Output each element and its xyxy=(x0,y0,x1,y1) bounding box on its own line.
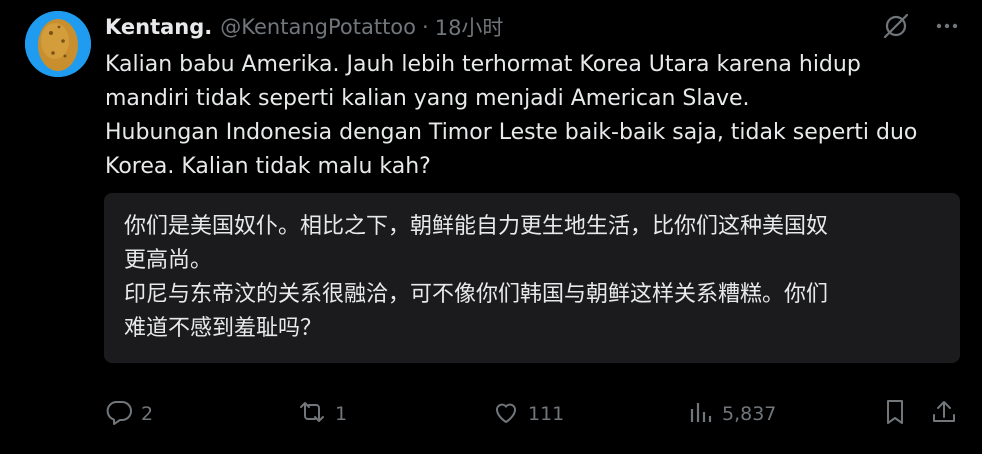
tweet-text-line: Hubungan Indonesia dengan Timor Leste ba… xyxy=(105,120,918,145)
timestamp[interactable]: 18小时 xyxy=(435,12,504,42)
reply-button[interactable]: 2 xyxy=(105,396,153,432)
views-count: 5,837 xyxy=(722,403,777,425)
translation-line: 更高尚。 xyxy=(124,248,213,273)
tweet: Kentang. @KentangPotattoo · 18小时 Kalian … xyxy=(0,0,982,454)
translation-text: 你们是美国奴仆。相比之下，朝鲜能自力更生地生活，比你们这种美国奴 更高尚。 印尼… xyxy=(124,210,944,346)
more-icon[interactable] xyxy=(934,13,960,39)
grok-icon[interactable] xyxy=(882,12,910,40)
repost-button[interactable]: 1 xyxy=(297,396,347,432)
tweet-text: Kalian babu Amerika. Jauh lebih terhorma… xyxy=(105,48,955,184)
tweet-text-line: Kalian babu Amerika. Jauh lebih terhorma… xyxy=(105,52,861,77)
like-button[interactable]: 111 xyxy=(492,396,564,432)
translation-box: 你们是美国奴仆。相比之下，朝鲜能自力更生地生活，比你们这种美国奴 更高尚。 印尼… xyxy=(104,193,960,363)
reply-count: 2 xyxy=(141,403,154,425)
translation-line: 你们是美国奴仆。相比之下，朝鲜能自力更生地生活，比你们这种美国奴 xyxy=(124,214,829,239)
repost-count: 1 xyxy=(335,403,348,425)
separator-dot: · xyxy=(422,15,429,39)
like-icon xyxy=(492,398,520,431)
reply-icon xyxy=(105,398,133,431)
tweet-actions: 2 1 111 5,837 xyxy=(0,396,982,432)
views-button[interactable]: 5,837 xyxy=(688,396,776,432)
share-icon xyxy=(930,398,958,431)
views-icon xyxy=(688,398,714,431)
bookmark-button[interactable] xyxy=(882,396,908,432)
author-handle[interactable]: @KentangPotattoo xyxy=(220,15,416,39)
tweet-header: Kentang. @KentangPotattoo · 18小时 xyxy=(105,10,503,44)
tweet-top-actions xyxy=(882,12,960,40)
tweet-text-line: mandiri tidak seperti kalian yang menjad… xyxy=(105,86,750,111)
share-button[interactable] xyxy=(930,396,958,432)
tweet-text-line: Korea. Kalian tidak malu kah? xyxy=(105,154,431,179)
translation-line: 印尼与东帝汶的关系很融洽，可不像你们韩国与朝鲜这样关系糟糕。你们 xyxy=(124,282,829,307)
like-count: 111 xyxy=(528,403,565,425)
bookmark-icon xyxy=(882,398,908,431)
potato-avatar-image xyxy=(25,11,91,77)
translation-line: 难道不感到羞耻吗？ xyxy=(124,316,323,341)
author-name[interactable]: Kentang. xyxy=(105,15,212,39)
avatar[interactable] xyxy=(25,11,91,77)
repost-icon xyxy=(297,398,327,431)
